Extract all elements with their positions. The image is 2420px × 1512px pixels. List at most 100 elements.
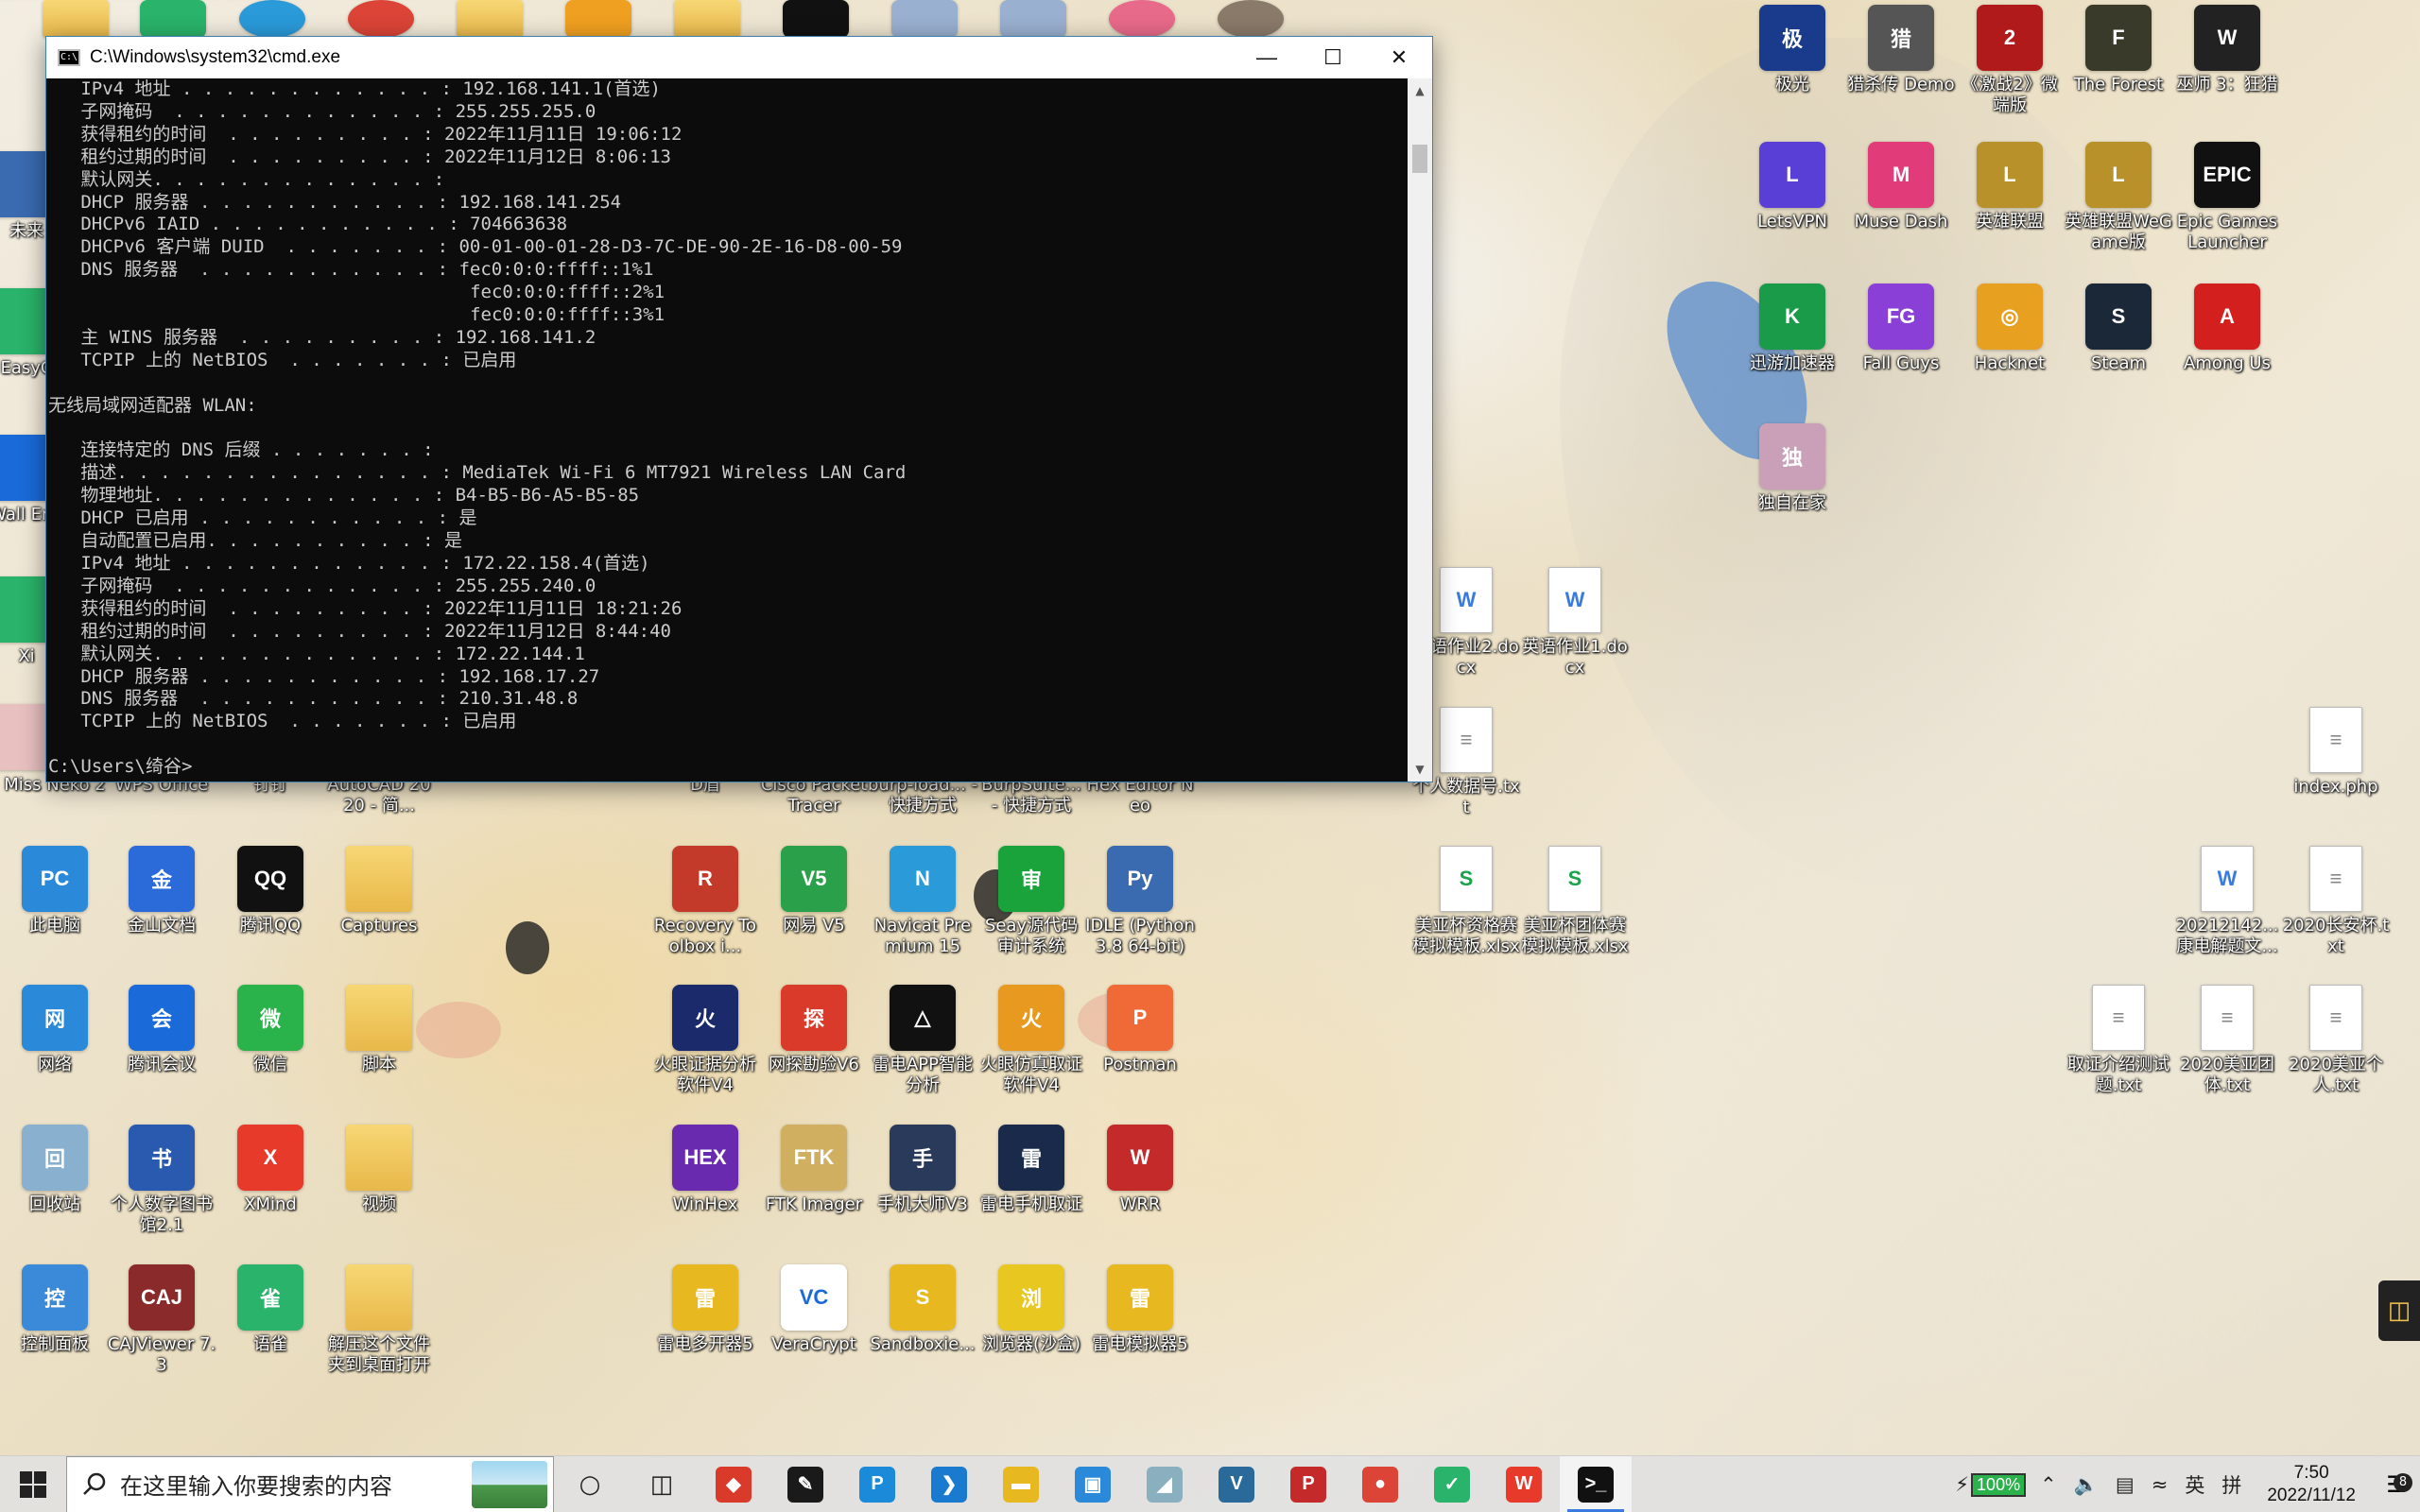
desktop-icon[interactable]: 极极光: [1737, 5, 1847, 95]
desktop-icon[interactable]: 火火眼仿真取证软件V4: [977, 985, 1086, 1096]
taskbar-explorer-app[interactable]: ▬: [985, 1456, 1057, 1512]
desktop-icon[interactable]: [544, 0, 653, 38]
cmd-output[interactable]: IPv4 地址 . . . . . . . . . . . . : 192.16…: [46, 78, 1408, 782]
desktop-icon[interactable]: A Among Us: [2172, 284, 2282, 374]
side-widget-button[interactable]: ◫: [2378, 1280, 2420, 1341]
volume-icon[interactable]: 🔈: [2066, 1473, 2107, 1497]
taskbar-veracrypt-app[interactable]: V: [1201, 1456, 1272, 1512]
desktop-icon[interactable]: [1196, 0, 1305, 38]
desktop-icon[interactable]: 控控制面板: [0, 1264, 110, 1355]
desktop-icon[interactable]: S 美亚杯资格赛模拟模板.xlsx: [1411, 846, 1521, 957]
desktop-icon[interactable]: 雷雷电模拟器5: [1085, 1264, 1195, 1355]
desktop-icon[interactable]: PC 此电脑: [0, 846, 110, 936]
cmd-titlebar[interactable]: C:\ C:\Windows\system32\cmd.exe — ☐ ✕: [46, 37, 1432, 78]
chevron-up-icon[interactable]: ⌃: [2031, 1473, 2066, 1496]
desktop-icon[interactable]: 雀语雀: [216, 1264, 325, 1355]
desktop-icon[interactable]: FTK FTK Imager: [759, 1125, 869, 1215]
desktop-icon[interactable]: 2 《激战2》微端版: [1955, 5, 2065, 116]
desktop-icon[interactable]: VC VeraCrypt: [759, 1264, 869, 1355]
desktop-icon[interactable]: Py IDLE (Python 3.8 64-bit): [1085, 846, 1195, 957]
desktop-icon[interactable]: △ 雷电APP智能分析: [868, 985, 977, 1096]
desktop-icon[interactable]: 审 Seay源代码审计系统: [977, 846, 1086, 957]
cmd-window[interactable]: C:\ C:\Windows\system32\cmd.exe — ☐ ✕ IP…: [45, 36, 1433, 782]
desktop-icon[interactable]: [1087, 0, 1197, 38]
desktop-icon[interactable]: L 英雄联盟WeGame版: [2064, 142, 2173, 253]
desktop-icon[interactable]: ≡ 2020美亚个人.txt: [2281, 985, 2391, 1096]
taskbar-cmd-app[interactable]: >_: [1560, 1455, 1632, 1512]
desktop-icon[interactable]: [217, 0, 327, 38]
desktop-icon[interactable]: [761, 0, 871, 38]
taskbar-chrome-app[interactable]: ●: [1344, 1456, 1416, 1512]
scroll-thumb[interactable]: [1412, 145, 1427, 173]
desktop-icon[interactable]: CAJ CAJViewer 7.3: [107, 1264, 216, 1376]
taskbar-wps-app[interactable]: W: [1488, 1456, 1560, 1512]
desktop-icon[interactable]: L 英雄联盟: [1955, 142, 2065, 232]
desktop-icon[interactable]: ≡ 取证介绍测试题.txt: [2064, 985, 2173, 1096]
desktop-icon[interactable]: 雷雷电手机取证: [977, 1125, 1086, 1215]
desktop-icon[interactable]: 会腾讯会议: [107, 985, 216, 1075]
battery-indicator[interactable]: ⚡ 100%: [1947, 1472, 2031, 1497]
desktop-icon[interactable]: [652, 0, 762, 38]
desktop-icon[interactable]: [435, 0, 544, 38]
desktop-icon[interactable]: W 英语作业1.docx: [1520, 567, 1630, 679]
desktop-icon[interactable]: 书个人数字图书馆2.1: [107, 1125, 216, 1236]
desktop-icon[interactable]: [21, 0, 130, 38]
desktop-icon[interactable]: 网网络: [0, 985, 110, 1075]
desktop-icon[interactable]: 浏浏览器(沙盒): [977, 1264, 1086, 1355]
desktop-icon[interactable]: F The Forest: [2064, 5, 2173, 95]
desktop-icon[interactable]: 微微信: [216, 985, 325, 1075]
desktop-icon[interactable]: [870, 0, 979, 38]
desktop-icon[interactable]: P Postman: [1085, 985, 1195, 1075]
desktop-icon[interactable]: L LetsVPN: [1737, 142, 1847, 232]
start-button[interactable]: [0, 1456, 66, 1512]
desktop-icon[interactable]: V5 网易 V5: [759, 846, 869, 936]
desktop-icon[interactable]: 独独自在家: [1737, 423, 1847, 514]
desktop-icon[interactable]: X XMind: [216, 1125, 325, 1215]
taskbar-pen-app[interactable]: ✎: [769, 1456, 841, 1512]
network-icon[interactable]: ▤: [2107, 1473, 2143, 1496]
desktop-icon[interactable]: 雷雷电多开器5: [650, 1264, 760, 1355]
desktop-icon[interactable]: 回回收站: [0, 1125, 110, 1215]
desktop-icon[interactable]: W 巫师 3：狂猎: [2172, 5, 2282, 95]
notification-center-button[interactable]: ☰ 8: [2373, 1471, 2420, 1498]
desktop-icon[interactable]: W WRR: [1085, 1125, 1195, 1215]
desktop-icon[interactable]: ≡ 2020美亚团体.txt: [2172, 985, 2282, 1096]
taskbar-window-app[interactable]: ▣: [1057, 1456, 1129, 1512]
maximize-button[interactable]: ☐: [1300, 37, 1366, 78]
desktop-icon[interactable]: 脚本: [324, 985, 434, 1075]
desktop-icon[interactable]: 火火眼证据分析软件V4: [650, 985, 760, 1096]
desktop-icon[interactable]: W 20212142...康电解题文...: [2172, 846, 2282, 957]
desktop-icon[interactable]: HEX WinHex: [650, 1125, 760, 1215]
desktop-icon[interactable]: Captures: [324, 846, 434, 936]
desktop-icon[interactable]: R Recovery Toolbox i...: [650, 846, 760, 957]
desktop-icon[interactable]: S Sandboxie...: [868, 1264, 977, 1355]
close-button[interactable]: ✕: [1366, 37, 1432, 78]
desktop-icon[interactable]: QQ 腾讯QQ: [216, 846, 325, 936]
desktop-icon[interactable]: M Muse Dash: [1846, 142, 1956, 232]
desktop-icon[interactable]: [326, 0, 436, 38]
taskbar-redirect-app[interactable]: ◆: [698, 1456, 769, 1512]
desktop-icon[interactable]: 解压这个文件夹到桌面打开: [324, 1264, 434, 1376]
cmd-scrollbar[interactable]: ▲ ▼: [1408, 78, 1432, 782]
wifi-icon[interactable]: ≈: [2143, 1473, 2177, 1496]
desktop-icon[interactable]: ≡ index.php: [2281, 707, 2391, 798]
desktop-icon[interactable]: K 迅游加速器: [1737, 284, 1847, 374]
task-view-button[interactable]: ◫: [626, 1456, 698, 1512]
desktop-icon[interactable]: S Steam: [2064, 284, 2173, 374]
taskbar-pycharm-app[interactable]: P: [841, 1456, 913, 1512]
desktop-icon[interactable]: 视频: [324, 1125, 434, 1215]
desktop-icon[interactable]: S 美亚杯团体赛模拟模板.xlsx: [1520, 846, 1630, 957]
ime-mode[interactable]: 拼: [2213, 1470, 2250, 1499]
taskbar-vscode-app[interactable]: ❯: [913, 1456, 985, 1512]
ime-language[interactable]: 英: [2176, 1470, 2213, 1499]
minimize-button[interactable]: —: [1234, 37, 1300, 78]
desktop-icon[interactable]: 金金山文档: [107, 846, 216, 936]
cortana-button[interactable]: ○: [554, 1456, 626, 1512]
taskbar-eraser-app[interactable]: ◢: [1129, 1456, 1201, 1512]
taskbar-yuque-app[interactable]: ✓: [1416, 1456, 1488, 1512]
taskbar-pdf-app[interactable]: P: [1272, 1456, 1344, 1512]
desktop-icon[interactable]: N Navicat Premium 15: [868, 846, 977, 957]
scroll-down-icon[interactable]: ▼: [1408, 757, 1432, 782]
desktop-icon[interactable]: ≡ 2020长安杯.txt: [2281, 846, 2391, 957]
desktop-icon[interactable]: ◎ Hacknet: [1955, 284, 2065, 374]
